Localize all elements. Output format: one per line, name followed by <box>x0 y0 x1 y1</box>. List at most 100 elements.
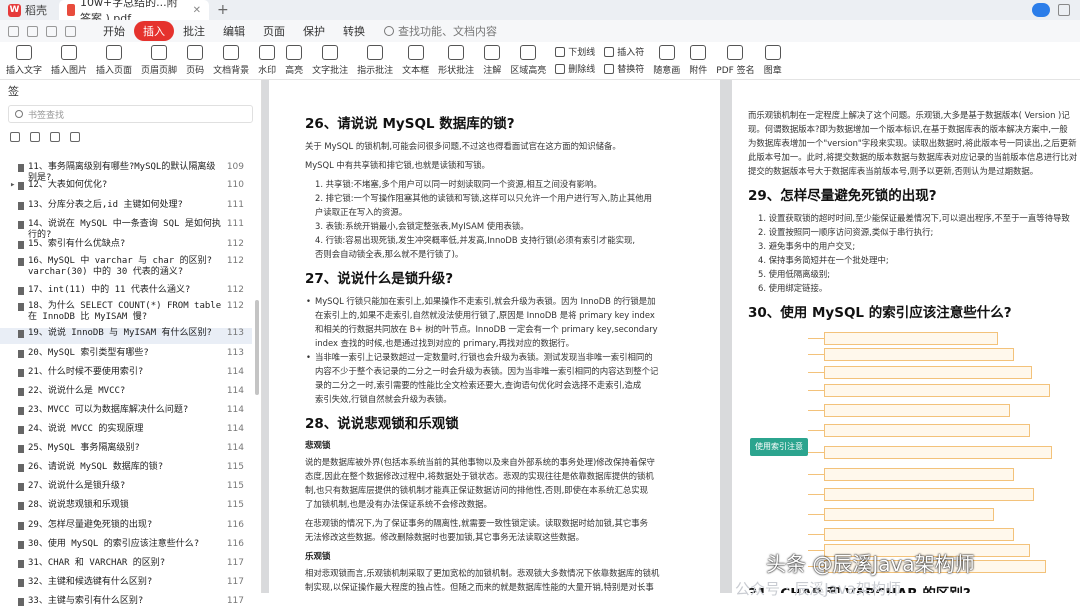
bookmark-page-number: 114 <box>226 443 244 453</box>
menu-page[interactable]: 页面 <box>254 21 294 41</box>
bookmark-icon <box>18 221 24 229</box>
mindmap-connector <box>808 410 824 411</box>
bookmark-item[interactable]: 22、说说什么是 MVCC? 114 <box>0 386 252 402</box>
menu-edit[interactable]: 编辑 <box>214 21 254 41</box>
bookmark-page-number: 113 <box>226 348 244 358</box>
save-icon[interactable] <box>8 25 19 37</box>
bookmark-scrollbar[interactable] <box>255 300 259 395</box>
paragraph-line: 在悲观锁的情况下,为了保证事务的隔离性,就需要一致性锁定读。读取数据时给加锁,其… <box>305 518 648 528</box>
document-tab[interactable]: 10w+字总结的...附答案 ).pdf ✕ <box>59 0 209 25</box>
insert-image-button[interactable]: 插入图片 <box>51 45 87 76</box>
text-comment-button[interactable]: 文字批注 <box>312 45 348 76</box>
bookmark-item[interactable]: 27、说说什么是锁升级? 115 <box>0 481 252 497</box>
bookmark-icon[interactable] <box>50 132 60 142</box>
bookmark-item[interactable]: 18、为什么 SELECT COUNT(*) FROM table 在 Inno… <box>0 301 252 327</box>
replace-mark-button[interactable]: 替换符 <box>604 62 644 75</box>
bookmark-item[interactable]: ▸ 12、大表如何优化? 110 <box>0 180 252 196</box>
line-marks-group: 下划线 删除线 <box>555 45 595 75</box>
expand-chevron-icon[interactable]: ▸ <box>10 180 18 190</box>
bookmark-title: 23、MVCC 可以为数据库解决什么问题? <box>28 405 189 415</box>
cloud-sync-icon[interactable] <box>1032 3 1050 17</box>
undo-icon[interactable] <box>46 25 57 37</box>
menu-start[interactable]: 开始 <box>94 21 134 41</box>
bookmark-title: 26、请说说 MySQL 数据库的锁? <box>28 462 164 472</box>
bookmark-icon <box>18 350 24 358</box>
window-layout-icon[interactable] <box>1058 4 1070 16</box>
bookmark-item[interactable]: 25、MySQL 事务隔离级别? 114 <box>0 443 252 459</box>
bookmark-item[interactable]: 30、使用 MySQL 的索引应该注意些什么? 116 <box>0 539 252 555</box>
bookmark-page-number: 112 <box>226 301 244 311</box>
bookmark-item[interactable]: 19、说说 InnoDB 与 MyISAM 有什么区别? 113 <box>0 328 252 344</box>
page-number-button[interactable]: 页码 <box>186 45 204 76</box>
stamp-button[interactable]: 图章 <box>764 45 782 76</box>
bookmark-item[interactable]: 26、请说说 MySQL 数据库的锁? 115 <box>0 462 252 478</box>
menu-insert[interactable]: 插入 <box>134 21 174 41</box>
delete-bookmark-icon[interactable] <box>30 132 40 142</box>
bookmark-icon <box>18 164 24 172</box>
pointer-comment-button[interactable]: 指示批注 <box>357 45 393 76</box>
insert-text-button[interactable]: 插入文字 <box>6 45 42 76</box>
pessimistic-lock-para-2: 在悲观锁的情况下,为了保证事务的隔离性,就需要一致性锁定读。读取数据时给加锁,其… <box>305 516 706 544</box>
optimistic-lock-para: 相对悲观锁而言,乐观锁机制采取了更加宽松的加锁机制。悲观锁大多数情况下依靠数据库… <box>305 566 706 593</box>
add-bookmark-icon[interactable] <box>10 132 20 142</box>
bookmark-search-input[interactable]: 书签查找 <box>8 105 253 123</box>
bookmark-item[interactable]: 15、索引有什么优缺点? 112 <box>0 239 252 255</box>
menu-comment[interactable]: 批注 <box>174 21 214 41</box>
bookmark-title: 16、MySQL 中 varchar 与 char 的区别?varchar(30… <box>28 256 213 277</box>
bookmark-item[interactable]: 13、分库分表之后,id 主键如何处理? 111 <box>0 200 252 216</box>
redo-icon[interactable] <box>65 25 76 37</box>
bookmark-item[interactable]: 28、说说悲观锁和乐观锁 115 <box>0 500 252 516</box>
watermark-icon <box>259 45 276 60</box>
close-tab-icon[interactable]: ✕ <box>193 5 201 16</box>
new-tab-button[interactable]: + <box>217 2 229 18</box>
watermark-button[interactable]: 水印 <box>258 45 276 76</box>
bookmark-page-number: 114 <box>226 367 244 377</box>
freehand-button[interactable]: 随意画 <box>653 45 680 76</box>
annotation-button[interactable]: 注解 <box>483 45 501 76</box>
highlight-button[interactable]: 高亮 <box>285 45 303 76</box>
paragraph-line: 制实现,以保证操作最大程度的独占性。但随之而来的就是数据库性能的大量开销,特别是… <box>305 582 654 592</box>
list-line: 2. 排它锁:一个写操作阻塞其他的读锁和写锁,这样可以只允许一个用户进行写入,防… <box>315 193 653 203</box>
attachment-button[interactable]: 附件 <box>689 45 707 76</box>
bookmark-item[interactable]: 11、事务隔离级别有哪些?MySQL的默认隔离级别是? 109 <box>0 162 252 183</box>
feature-search[interactable]: 查找功能、文档内容 <box>384 23 497 39</box>
area-highlight-button[interactable]: 区域高亮 <box>510 45 546 76</box>
highlighter-icon <box>286 45 303 60</box>
header-footer-button[interactable]: 页眉页脚 <box>141 45 177 76</box>
document-background-button[interactable]: 文档背景 <box>213 45 249 76</box>
bookmark-panel-header: 签 <box>8 85 19 98</box>
textbox-button[interactable]: 文本框 <box>402 45 429 76</box>
menu-convert[interactable]: 转换 <box>334 21 374 41</box>
search-icon <box>384 26 394 36</box>
bookmark-item[interactable]: 21、什么时候不要使用索引? 114 <box>0 367 252 383</box>
bookmark-item[interactable]: 20、MySQL 索引类型有哪些? 113 <box>0 348 252 364</box>
menu-protect[interactable]: 保护 <box>294 21 334 41</box>
bookmark-icon <box>18 502 24 510</box>
pdf-signature-button[interactable]: PDF 签名 <box>716 45 755 76</box>
underline-button[interactable]: 下划线 <box>555 45 595 58</box>
mindmap-connector <box>808 534 824 535</box>
page-icon <box>106 45 123 60</box>
bookmark-item[interactable]: 33、主键与索引有什么区别? 117 <box>0 596 252 612</box>
bookmark-item[interactable]: 23、MVCC 可以为数据库解决什么问题? 114 <box>0 405 252 421</box>
bookmark-item[interactable]: 32、主键和候选键有什么区别? 117 <box>0 577 252 593</box>
mindmap-connector <box>808 474 824 475</box>
bookmark-item[interactable]: 17、int(11) 中的 11 代表什么涵义? 112 <box>0 285 252 301</box>
bookmark-item[interactable]: 29、怎样尽量避免死锁的出现? 116 <box>0 520 252 536</box>
strikethrough-button[interactable]: 删除线 <box>555 62 595 75</box>
bookmark-item[interactable]: 24、说说 MVCC 的实现原理 114 <box>0 424 252 440</box>
bookmark-item[interactable]: 31、CHAR 和 VARCHAR 的区别? 117 <box>0 558 252 574</box>
shape-comment-button[interactable]: 形状批注 <box>438 45 474 76</box>
platform-watermark: 头条 @辰溪Java架构师 <box>766 552 975 576</box>
mindmap-connector <box>808 390 824 391</box>
insert-page-button[interactable]: 插入页面 <box>96 45 132 76</box>
paragraph-line: 说的是数据库被外界(包括本系统当前的其他事物以及来自外部系统的事务处理)修改保持… <box>305 457 655 467</box>
bookmark-options-icon[interactable] <box>70 132 80 142</box>
bookmark-item[interactable]: 16、MySQL 中 varchar 与 char 的区别?varchar(30… <box>0 256 252 282</box>
print-icon[interactable] <box>27 25 38 37</box>
app-tab-home[interactable]: W 稻壳 <box>0 0 55 20</box>
mindmap-connector <box>808 338 824 339</box>
bookmark-item[interactable]: 14、说说在 MySQL 中一条查询 SQL 是如何执行的? 111 <box>0 219 252 240</box>
caret-insert-button[interactable]: 插入符 <box>604 45 644 58</box>
page-number-icon <box>187 45 204 60</box>
